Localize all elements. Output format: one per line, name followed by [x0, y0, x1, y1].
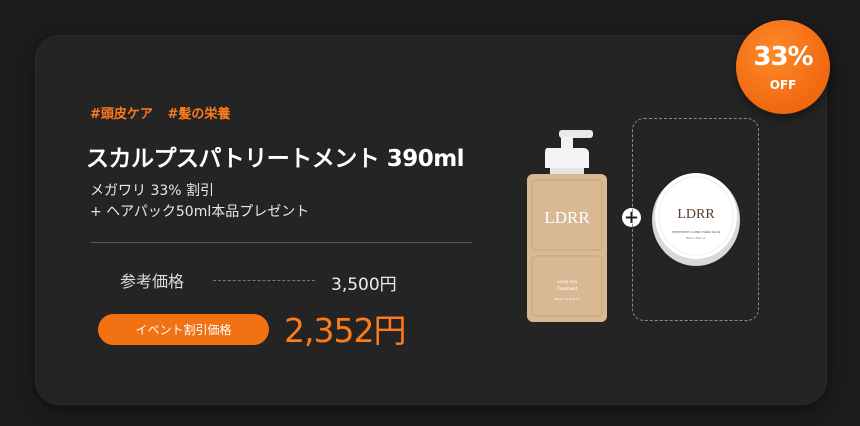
jar-brand: LDRR [677, 207, 715, 222]
treatment-bottle-image: LDRR Scalp Spa Treatment 390ml / 13.18 f… [527, 130, 607, 322]
product-description: メガワリ 33% 割引 + ヘアパック50ml本品プレゼント [90, 181, 309, 223]
event-price-badge: イベント割引価格 [98, 314, 269, 345]
bottle-line3: 390ml / 13.18 fl. oz. [554, 297, 580, 301]
jar-line2: 50ml / 1.69 fl. oz. [686, 236, 706, 240]
bottle-line1: Scalp Spa [557, 280, 578, 285]
reference-price: 3,500円 [331, 275, 397, 295]
bottle-brand: LDRR [544, 208, 590, 227]
tag-list: #頭皮ケア #髪の栄養 [90, 103, 240, 122]
reference-price-label: 参考価格 [120, 272, 185, 291]
jar-line1: INTENSIVE CLINIC HAIR PACK [672, 230, 721, 234]
tag-scalp-care[interactable]: #頭皮ケア [90, 107, 153, 122]
product-title: スカルプスパトリートメント 390ml [86, 146, 465, 172]
bottle-line2: Treatment [557, 287, 578, 292]
discount-note: メガワリ 33% 割引 [90, 183, 215, 199]
event-price: 2,352円 [284, 311, 406, 350]
gift-note: + ヘアパック50ml本品プレゼント [90, 204, 310, 220]
divider [91, 242, 472, 243]
discount-badge: 33% OFF [736, 20, 830, 114]
discount-percent: 33% [753, 42, 813, 72]
tag-hair-nutrition[interactable]: #髪の栄養 [167, 107, 230, 122]
hair-pack-jar-image: LDRR INTENSIVE CLINIC HAIR PACK 50ml / 1… [652, 173, 740, 266]
dotted-leader [213, 280, 315, 281]
discount-off-label: OFF [769, 78, 797, 92]
